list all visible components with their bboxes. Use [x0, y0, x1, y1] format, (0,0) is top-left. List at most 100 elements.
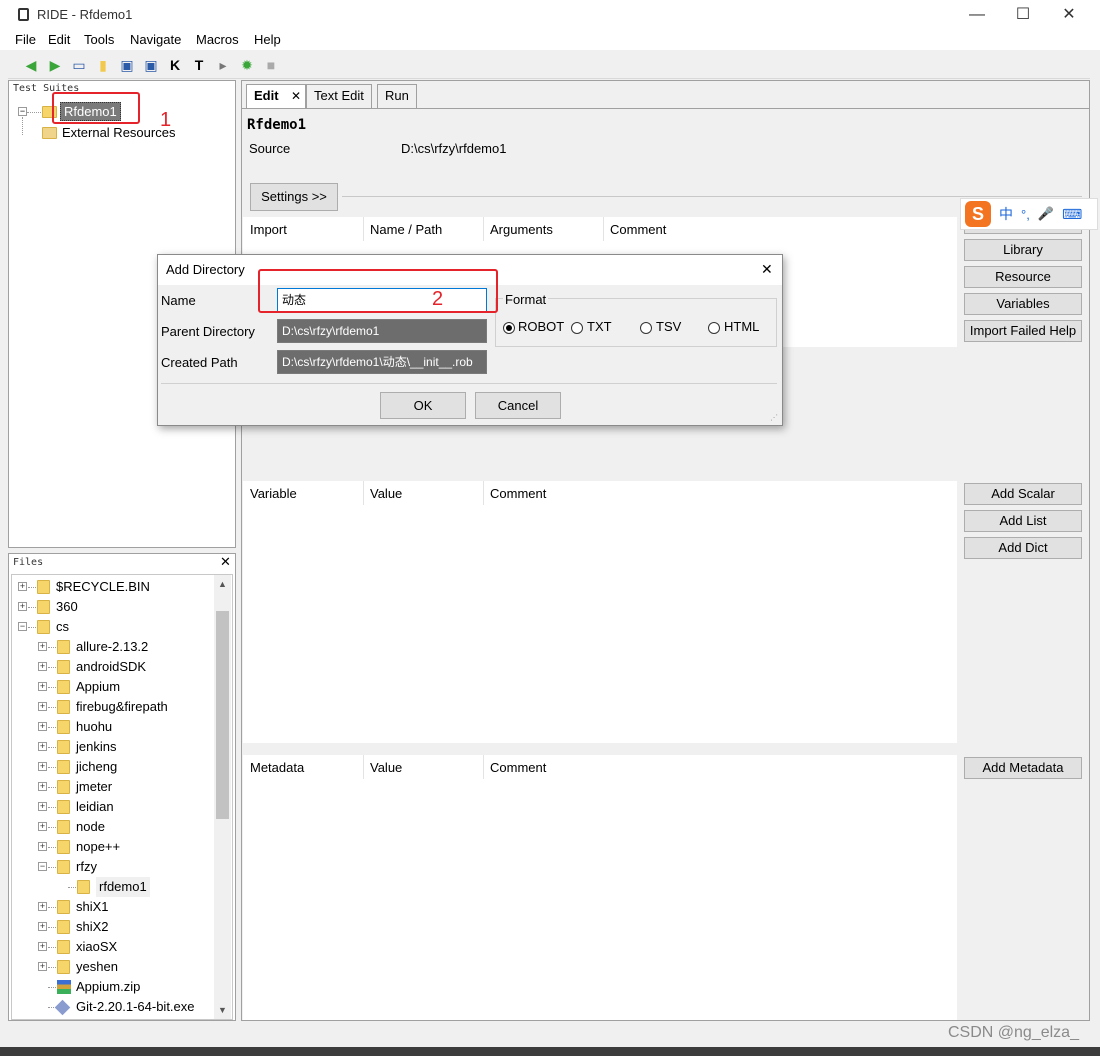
add-metadata-button[interactable]: Add Metadata	[964, 757, 1082, 779]
maximize-button[interactable]: ☐	[1000, 0, 1046, 30]
radio-html[interactable]	[708, 322, 720, 334]
close-button[interactable]: ✕	[1046, 0, 1092, 30]
resource-button[interactable]: Resource	[964, 266, 1082, 288]
cancel-button[interactable]: Cancel	[475, 392, 561, 419]
menu-file[interactable]: File	[15, 32, 36, 47]
file-tree-item[interactable]: + Appium	[12, 677, 212, 697]
radio-tsv-label[interactable]: TSV	[656, 319, 681, 334]
ime-microphone-icon[interactable]: 🎤	[1038, 206, 1054, 222]
file-tree-item[interactable]: + node	[12, 817, 212, 837]
settings-button[interactable]: Settings >>	[250, 183, 338, 211]
tree-collapse-toggle[interactable]: −	[18, 107, 27, 116]
file-tree-item[interactable]: + yeshen	[12, 957, 212, 977]
ime-keyboard-icon[interactable]: ⌨	[1062, 206, 1082, 223]
file-tree-item[interactable]: rfdemo1	[12, 877, 212, 897]
scroll-thumb[interactable]	[216, 611, 229, 819]
menu-macros[interactable]: Macros	[196, 32, 239, 47]
search-keywords-icon[interactable]: K	[166, 56, 184, 74]
file-tree-item[interactable]: + huohu	[12, 717, 212, 737]
file-tree-item[interactable]: + androidSDK	[12, 657, 212, 677]
library-button[interactable]: Library	[964, 239, 1082, 261]
expand-icon[interactable]: +	[38, 822, 47, 831]
file-tree-item[interactable]: + jenkins	[12, 737, 212, 757]
file-tree-item[interactable]: Appium.zip	[12, 977, 212, 997]
tab-run[interactable]: Run	[377, 84, 417, 108]
collapse-icon[interactable]: −	[18, 622, 27, 631]
stop-icon[interactable]: ■	[262, 56, 280, 74]
menu-navigate[interactable]: Navigate	[130, 32, 181, 47]
files-scrollbar[interactable]: ▲ ▼	[214, 575, 231, 1019]
file-tree-item[interactable]: + jicheng	[12, 757, 212, 777]
scroll-down-icon[interactable]: ▼	[218, 1005, 227, 1015]
file-tree-item[interactable]: + allure-2.13.2	[12, 637, 212, 657]
expand-icon[interactable]: +	[38, 842, 47, 851]
collapse-icon[interactable]: −	[38, 862, 47, 871]
files-close-icon[interactable]: ✕	[220, 554, 231, 570]
radio-txt[interactable]	[571, 322, 583, 334]
file-tree-item[interactable]: + leidian	[12, 797, 212, 817]
save-icon[interactable]: ▣	[142, 56, 160, 74]
variable-grid[interactable]: Variable Value Comment	[243, 481, 957, 743]
search-tests-icon[interactable]: T	[190, 56, 208, 74]
add-dict-button[interactable]: Add Dict	[964, 537, 1082, 559]
menu-tools[interactable]: Tools	[84, 32, 114, 47]
expand-icon[interactable]: +	[38, 802, 47, 811]
expand-icon[interactable]: +	[38, 922, 47, 931]
radio-robot[interactable]	[503, 322, 515, 334]
file-tree-item[interactable]: − cs	[12, 617, 212, 637]
ime-chinese-mode-icon[interactable]: 中	[999, 204, 1013, 224]
expand-icon[interactable]: +	[38, 662, 47, 671]
file-tree-item[interactable]: +360	[12, 597, 212, 617]
resize-grip-icon[interactable]: ⋰	[770, 413, 778, 422]
menu-help[interactable]: Help	[254, 32, 281, 47]
ime-punctuation-icon[interactable]: °,	[1021, 207, 1030, 222]
file-tree-item[interactable]: + firebug&firepath	[12, 697, 212, 717]
expand-icon[interactable]: +	[38, 702, 47, 711]
expand-icon[interactable]: +	[38, 762, 47, 771]
file-tree-item[interactable]: + $RECYCLE.BIN	[12, 577, 212, 597]
minimize-button[interactable]: —	[954, 0, 1000, 30]
tab-text-edit[interactable]: Text Edit	[306, 84, 372, 108]
open-suite-icon[interactable]: ▭	[70, 56, 88, 74]
metadata-grid[interactable]: Metadata Value Comment	[243, 755, 957, 1020]
file-tree-item[interactable]: − rfzy	[12, 857, 212, 877]
tree-node-external-resources[interactable]: External Resources	[62, 125, 175, 140]
ime-logo-icon[interactable]: S	[965, 201, 991, 227]
variables-button[interactable]: Variables	[964, 293, 1082, 315]
expand-icon[interactable]: +	[38, 682, 47, 691]
expand-icon[interactable]: +	[38, 782, 47, 791]
open-resource-icon[interactable]: ▣	[118, 56, 136, 74]
debug-icon[interactable]: ✹	[238, 56, 256, 74]
file-tree-item[interactable]: + jmeter	[12, 777, 212, 797]
scroll-up-icon[interactable]: ▲	[218, 579, 227, 589]
expand-icon[interactable]: +	[18, 602, 27, 611]
expand-icon[interactable]: +	[38, 962, 47, 971]
dialog-close-icon[interactable]: ✕	[761, 261, 773, 278]
tab-edit[interactable]: Edit ✕	[246, 84, 306, 108]
expand-icon[interactable]: +	[38, 742, 47, 751]
back-icon[interactable]: ◀	[22, 56, 40, 74]
file-tree-item[interactable]: + xiaoSX	[12, 937, 212, 957]
forward-icon[interactable]: ▶	[46, 56, 64, 74]
expand-icon[interactable]: +	[38, 642, 47, 651]
expand-icon[interactable]: +	[38, 722, 47, 731]
open-directory-icon[interactable]: ▮	[94, 56, 112, 74]
file-tree-item[interactable]: Git-2.20.1-64-bit.exe	[12, 997, 212, 1017]
import-failed-help-button[interactable]: Import Failed Help	[964, 320, 1082, 342]
expand-icon[interactable]: +	[38, 942, 47, 951]
expand-icon[interactable]: +	[18, 582, 27, 591]
radio-robot-label[interactable]: ROBOT	[518, 319, 564, 334]
radio-html-label[interactable]: HTML	[724, 319, 759, 334]
add-list-button[interactable]: Add List	[964, 510, 1082, 532]
menu-edit[interactable]: Edit	[48, 32, 70, 47]
radio-txt-label[interactable]: TXT	[587, 319, 612, 334]
expand-icon[interactable]: +	[38, 902, 47, 911]
run-icon[interactable]: ▸	[214, 56, 232, 74]
file-tree-item[interactable]: + shiX2	[12, 917, 212, 937]
radio-tsv[interactable]	[640, 322, 652, 334]
file-tree-item[interactable]: + nope++	[12, 837, 212, 857]
ime-toolbar[interactable]: S 中 °, 🎤 ⌨	[960, 198, 1098, 230]
ok-button[interactable]: OK	[380, 392, 466, 419]
tab-close-icon[interactable]: ✕	[291, 85, 301, 107]
file-tree-item[interactable]: + shiX1	[12, 897, 212, 917]
